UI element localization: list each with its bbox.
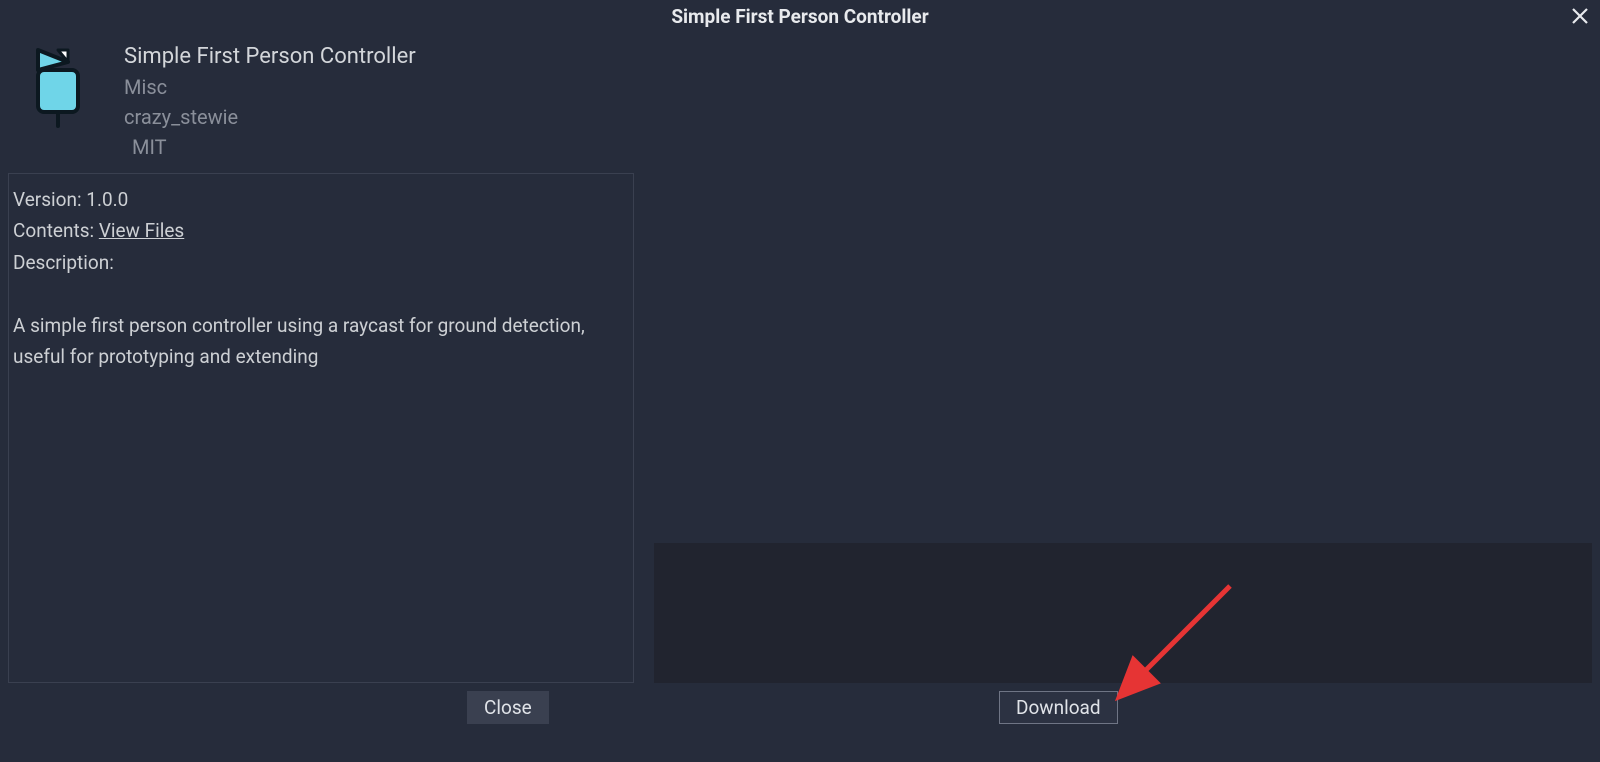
version-label: Version: [13, 188, 82, 211]
dialog-title: Simple First Person Controller [671, 5, 928, 28]
asset-icon [14, 42, 104, 132]
button-row: Close Download [0, 683, 1600, 723]
description-panel: Version: 1.0.0 Contents: View Files Desc… [8, 173, 634, 683]
right-column [654, 173, 1592, 683]
contents-label: Contents: [13, 219, 94, 242]
asset-license: MIT [132, 135, 416, 159]
asset-author: crazy_stewie [124, 105, 416, 129]
content-row: Version: 1.0.0 Contents: View Files Desc… [0, 165, 1600, 683]
close-icon[interactable] [1570, 6, 1590, 26]
description-label: Description: [13, 247, 629, 278]
view-files-link[interactable]: View Files [99, 219, 184, 242]
asset-category: Misc [124, 75, 416, 99]
contents-line: Contents: View Files [13, 215, 629, 246]
description-body: A simple first person controller using a… [13, 310, 629, 373]
title-bar: Simple First Person Controller [0, 0, 1600, 32]
version-line: Version: 1.0.0 [13, 184, 629, 215]
asset-meta: Simple First Person Controller Misc craz… [124, 42, 416, 159]
preview-spacer [654, 173, 1592, 543]
asset-header: Simple First Person Controller Misc craz… [0, 32, 1600, 165]
preview-area [654, 543, 1592, 683]
download-button[interactable]: Download [999, 691, 1118, 724]
close-button[interactable]: Close [467, 691, 549, 724]
asset-name: Simple First Person Controller [124, 44, 416, 69]
version-value: 1.0.0 [86, 188, 128, 211]
